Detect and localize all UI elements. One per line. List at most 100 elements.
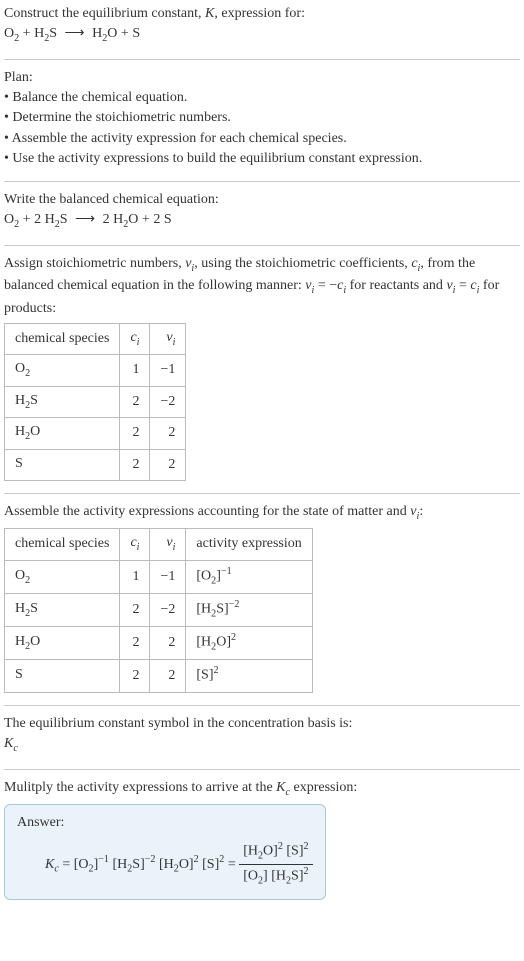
col-ci: ci bbox=[120, 529, 150, 560]
cell-c: 1 bbox=[120, 355, 150, 386]
term-exp: 2 bbox=[304, 841, 309, 852]
kc-c: c bbox=[13, 743, 17, 754]
sp: H bbox=[15, 601, 25, 616]
o2-o: O bbox=[4, 212, 14, 227]
sp: O bbox=[30, 634, 40, 649]
term-exp: 2 bbox=[304, 866, 309, 877]
cell-c: 2 bbox=[120, 593, 150, 626]
kc-k: K bbox=[4, 736, 13, 751]
plus: + bbox=[19, 26, 34, 41]
assemble-text: : bbox=[419, 504, 423, 519]
divider bbox=[4, 493, 520, 494]
term: S] bbox=[132, 856, 144, 871]
cell-species: O2 bbox=[5, 355, 120, 386]
col-activity: activity expression bbox=[186, 529, 312, 560]
coef-2: 2 bbox=[34, 212, 45, 227]
divider bbox=[4, 181, 520, 182]
balanced-title: Write the balanced chemical equation: bbox=[4, 192, 219, 207]
sp-sub: 2 bbox=[25, 368, 30, 379]
term: [O bbox=[243, 868, 258, 883]
symbol-block: The equilibrium constant symbol in the c… bbox=[4, 714, 520, 757]
col-species: chemical species bbox=[5, 324, 120, 355]
cell-c: 1 bbox=[120, 560, 150, 593]
stoich-table: chemical species ci νi O2 1 −1 H2S 2 −2 … bbox=[4, 323, 186, 481]
h2s-h: H bbox=[34, 26, 44, 41]
cell-species: H2O bbox=[5, 418, 120, 449]
kc-k: K bbox=[276, 780, 285, 795]
stoich-text: Assign stoichiometric numbers, bbox=[4, 256, 185, 271]
plus2: + bbox=[117, 26, 132, 41]
col-ci: ci bbox=[120, 324, 150, 355]
fraction-numer: [H2O]2 [S]2 bbox=[239, 840, 312, 865]
term-exp: −1 bbox=[98, 854, 109, 865]
sp: O bbox=[15, 361, 25, 376]
eq: = bbox=[59, 856, 74, 871]
table-row: H2O 2 2 [H2O]2 bbox=[5, 626, 313, 659]
intro-text: Construct the equilibrium constant, bbox=[4, 6, 205, 21]
cell-nu: −1 bbox=[150, 560, 186, 593]
cell-species: H2S bbox=[5, 386, 120, 417]
cell-activity: [S]2 bbox=[186, 660, 312, 693]
plan-bullet: • Assemble the activity expression for e… bbox=[4, 131, 347, 146]
stoich-text: for reactants and bbox=[346, 278, 446, 293]
sp-sub: 2 bbox=[25, 574, 30, 585]
answer-label: Answer: bbox=[17, 813, 313, 833]
intro-text-b: , expression for: bbox=[214, 6, 305, 21]
cell-c: 2 bbox=[120, 626, 150, 659]
term: S] bbox=[291, 868, 303, 883]
ae: [O bbox=[196, 569, 211, 584]
ae-exp: −1 bbox=[221, 566, 232, 577]
k-symbol: K bbox=[205, 6, 214, 21]
c-sub: i bbox=[137, 542, 140, 553]
plan-bullet: • Use the activity expressions to build … bbox=[4, 151, 422, 166]
table-row: O2 1 −1 [O2]−1 bbox=[5, 560, 313, 593]
term: [S] bbox=[286, 843, 303, 858]
col-nui: νi bbox=[150, 529, 186, 560]
cell-c: 2 bbox=[120, 449, 150, 480]
arrow-icon: ⟶ bbox=[61, 24, 89, 44]
h2o-h: H bbox=[113, 212, 123, 227]
eq-balanced: O2 + 2 H2S ⟶ 2 H2O + 2 S bbox=[4, 212, 172, 227]
table-row: H2O 2 2 bbox=[5, 418, 186, 449]
symbol-text: The equilibrium constant symbol in the c… bbox=[4, 716, 352, 731]
divider bbox=[4, 245, 520, 246]
cell-activity: [O2]−1 bbox=[186, 560, 312, 593]
mult-text: expression: bbox=[290, 780, 357, 795]
ae-exp: 2 bbox=[231, 632, 236, 643]
plan-bullet: • Determine the stoichiometric numbers. bbox=[4, 110, 231, 125]
h2o-o: O bbox=[128, 212, 138, 227]
cell-nu: 2 bbox=[150, 418, 186, 449]
sp: S bbox=[30, 393, 38, 408]
plus2: + bbox=[138, 212, 153, 227]
multiply-block: Mulitply the activity expressions to arr… bbox=[4, 778, 520, 800]
nu-sub: i bbox=[173, 337, 176, 348]
cell-nu: 2 bbox=[150, 660, 186, 693]
ae: [S] bbox=[196, 668, 213, 683]
table-row: H2S 2 −2 bbox=[5, 386, 186, 417]
cell-c: 2 bbox=[120, 660, 150, 693]
eq: = bbox=[455, 278, 470, 293]
balanced-block: Write the balanced chemical equation: O2… bbox=[4, 190, 520, 233]
sp: S bbox=[15, 456, 23, 471]
term: [H bbox=[159, 856, 174, 871]
cell-nu: 2 bbox=[150, 449, 186, 480]
table-row: S 2 2 bbox=[5, 449, 186, 480]
assemble-block: Assemble the activity expressions accoun… bbox=[4, 502, 520, 524]
term: [O bbox=[74, 856, 89, 871]
cell-activity: [H2O]2 bbox=[186, 626, 312, 659]
plan-block: Plan: • Balance the chemical equation. •… bbox=[4, 68, 520, 169]
term: [H bbox=[243, 843, 258, 858]
coef-2: 2 bbox=[103, 212, 114, 227]
cell-species: S bbox=[5, 660, 120, 693]
plan-bullet: • Balance the chemical equation. bbox=[4, 90, 187, 105]
eq: = bbox=[224, 856, 239, 871]
sp: S bbox=[30, 601, 38, 616]
h2o-h: H bbox=[92, 26, 102, 41]
assemble-text: Assemble the activity expressions accoun… bbox=[4, 504, 410, 519]
sp: H bbox=[15, 393, 25, 408]
sp: S bbox=[15, 667, 23, 682]
col-nui: νi bbox=[150, 324, 186, 355]
stoich-block: Assign stoichiometric numbers, νi, using… bbox=[4, 254, 520, 319]
table-row: H2S 2 −2 [H2S]−2 bbox=[5, 593, 313, 626]
cell-c: 2 bbox=[120, 418, 150, 449]
